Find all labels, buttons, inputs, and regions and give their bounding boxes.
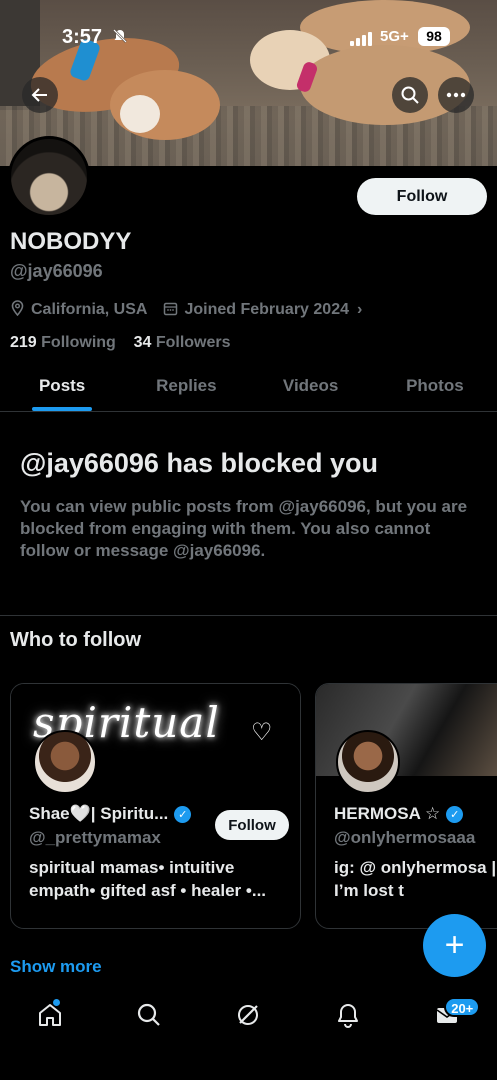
- location-icon: [10, 300, 25, 320]
- bottom-nav: 20+: [0, 990, 497, 1040]
- more-button[interactable]: [438, 77, 474, 113]
- search-icon: [401, 86, 419, 104]
- profile-tabs: Posts Replies Videos Photos: [0, 364, 497, 412]
- suggestion-name[interactable]: Shae🤍| Spiritu... ✓: [29, 804, 192, 824]
- followers-link[interactable]: 34 Followers: [134, 334, 231, 351]
- calendar-icon: [163, 301, 178, 320]
- suggestion-avatar[interactable]: [33, 730, 97, 794]
- suggestion-follow-button[interactable]: Follow: [215, 810, 289, 840]
- nav-home[interactable]: [25, 993, 75, 1037]
- silent-mode-icon: [112, 28, 128, 49]
- verified-badge-icon: ✓: [446, 805, 464, 823]
- profile-location: California, USA: [31, 301, 148, 318]
- signal-icon: [350, 30, 372, 46]
- follow-counts: 219 Following 34 Followers: [10, 334, 231, 352]
- show-more-link[interactable]: Show more: [10, 957, 102, 977]
- blocked-description: You can view public posts from @jay66096…: [20, 497, 468, 560]
- grok-icon: [238, 1005, 259, 1025]
- suggestion-card[interactable]: HERMOSA ☆ ✓ @onlyhermosaaa ig: @ onlyher…: [315, 683, 497, 929]
- heart-outline-icon: ♡: [251, 719, 273, 746]
- chevron-right-icon[interactable]: ›: [357, 301, 362, 319]
- section-divider: [0, 615, 497, 616]
- suggestion-handle: @onlyhermosaaa: [334, 828, 476, 847]
- profile-meta: California, USA Joined February 2024 ›: [10, 300, 362, 320]
- suggestion-bio: spiritual mamas• intuitive empath• gifte…: [29, 858, 267, 900]
- tab-photos[interactable]: Photos: [373, 364, 497, 411]
- tab-replies[interactable]: Replies: [124, 364, 248, 411]
- status-bar: 3:57 5G+ 98: [0, 22, 497, 52]
- following-link[interactable]: 219 Following: [10, 334, 116, 351]
- nav-grok[interactable]: [223, 993, 273, 1037]
- search-icon: [137, 1003, 160, 1026]
- home-icon: [38, 1004, 61, 1026]
- follow-button[interactable]: Follow: [357, 178, 487, 215]
- notifications-icon: [337, 1004, 358, 1028]
- compose-button[interactable]: +: [423, 914, 486, 977]
- profile-name: NOBODYY: [10, 228, 132, 255]
- profile-avatar[interactable]: [8, 136, 90, 218]
- network-type: 5G+: [380, 28, 409, 45]
- more-dots-icon: [446, 92, 466, 98]
- search-button[interactable]: [392, 77, 428, 113]
- who-to-follow-title: Who to follow: [10, 629, 142, 651]
- suggestion-avatar[interactable]: [336, 730, 400, 794]
- nav-messages[interactable]: 20+: [422, 993, 481, 1037]
- puppy-image: [120, 95, 160, 133]
- blocked-title: @jay66096 has blocked you: [20, 448, 379, 478]
- suggestion-card[interactable]: spiritual ♡ Shae🤍| Spiritu... ✓ Follow @…: [10, 683, 301, 929]
- tab-videos[interactable]: Videos: [249, 364, 373, 411]
- battery-indicator: 98: [418, 27, 450, 46]
- messages-badge: 20+: [444, 997, 481, 1017]
- nav-search[interactable]: [124, 993, 174, 1037]
- tab-posts[interactable]: Posts: [0, 364, 124, 411]
- back-button[interactable]: [22, 77, 58, 113]
- suggestion-handle: @_prettymamax: [29, 828, 161, 847]
- verified-badge-icon: ✓: [174, 805, 192, 823]
- suggestion-bio: ig: @ onlyhermosa | follow me, I’m lost …: [334, 858, 497, 900]
- arrow-left-icon: [31, 88, 47, 102]
- profile-handle: @jay66096: [10, 261, 103, 281]
- nav-notifications[interactable]: [323, 993, 373, 1037]
- profile-joined[interactable]: Joined February 2024: [184, 301, 349, 319]
- status-time: 3:57: [62, 26, 103, 48]
- suggestion-name[interactable]: HERMOSA ☆ ✓: [334, 804, 464, 824]
- unread-dot: [52, 999, 60, 1006]
